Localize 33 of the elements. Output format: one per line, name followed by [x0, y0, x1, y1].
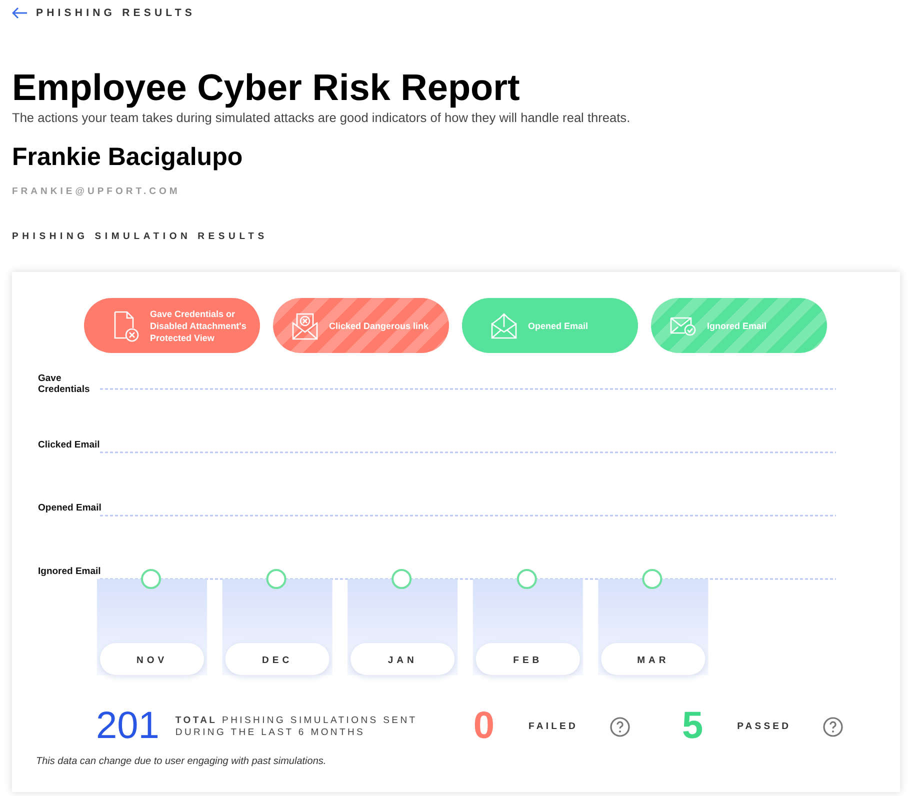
help-icon[interactable]	[610, 716, 630, 736]
total-count: 201	[96, 705, 160, 748]
data-note: This data can change due to user engaging with past simulations.	[36, 756, 328, 767]
envelope-check-icon	[669, 314, 697, 336]
envelope-alert-icon	[291, 310, 319, 340]
open-envelope-icon	[490, 312, 518, 340]
document-icon	[112, 310, 140, 342]
month-label: JAN	[388, 655, 418, 666]
page-subtitle: The actions your team takes during simulated attacks are good indicators of how they will handle real threats.	[12, 110, 632, 125]
section-title: PHISHING SIMULATION RESULTS	[12, 231, 269, 242]
legend-label: Ignored Email	[707, 320, 767, 332]
failed-count: 0	[473, 705, 495, 748]
legend-label: Opened Email	[528, 320, 588, 332]
legend-label: Clicked Dangerous link	[329, 320, 429, 332]
month-label: NOV	[136, 655, 168, 666]
employee-name: Frankie Bacigalupo	[12, 143, 244, 172]
axis-label: Opened Email	[38, 502, 102, 514]
back-arrow-icon	[12, 7, 28, 19]
month-label: MAR	[637, 655, 670, 666]
axis-label: Ignored Email	[38, 566, 101, 577]
back-link[interactable]: PHISHING RESULTS	[12, 7, 196, 19]
axis-label: Clicked Email	[38, 439, 100, 450]
month-label: DEC	[262, 655, 293, 666]
passed-count: 5	[682, 705, 704, 748]
passed-label: PASSED	[737, 721, 792, 732]
month-label: FEB	[513, 655, 543, 666]
help-icon[interactable]	[823, 716, 844, 736]
failed-label: FAILED	[528, 721, 578, 732]
employee-email: FRANKIE@UPFORT.COM	[12, 186, 182, 197]
axis-label: Gave Credentials	[38, 373, 90, 395]
legend-label: Gave Credentials or Disabled Attachment's Protected View	[150, 308, 248, 344]
total-label: TOTAL PHISHING SIMULATIONS SENT DURING THE LAST 6 MONTHS	[175, 714, 418, 738]
page-title: Employee Cyber Risk Report	[12, 68, 521, 108]
